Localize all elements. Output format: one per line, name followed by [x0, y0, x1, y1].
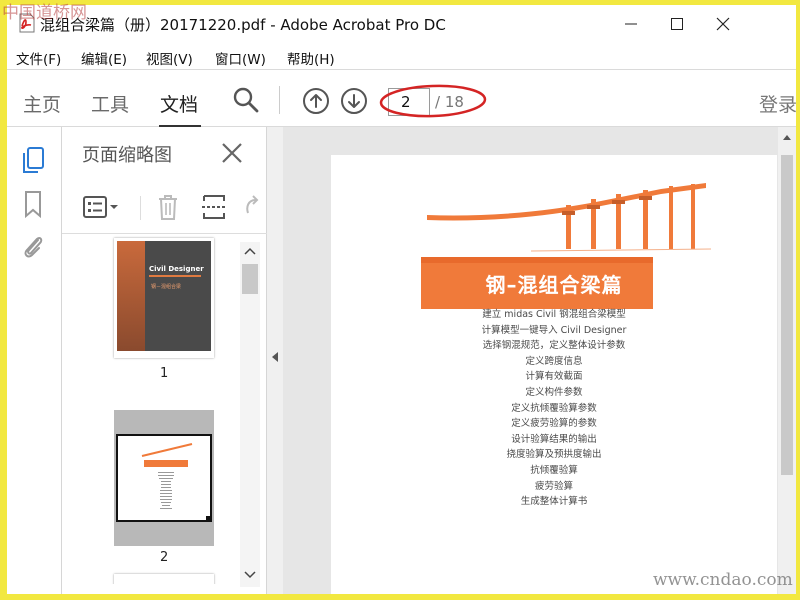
navigation-rail	[7, 127, 62, 594]
thumbnail-label-1: 1	[160, 366, 169, 381]
menu-window[interactable]: 窗口(W)	[215, 48, 266, 68]
contents-line: 选择钢混规范，定义整体设计参数	[482, 340, 626, 352]
toolbar: 主页 工具 文档 2 / 18 登录	[7, 69, 796, 128]
scroll-down-icon[interactable]	[244, 570, 256, 580]
thumbnail-page-2	[116, 434, 212, 522]
contents-line: 建立 midas Civil 钢混组合梁模型	[482, 309, 626, 320]
contents-line: 计算模型一键导入 Civil Designer	[481, 324, 627, 336]
document-viewport[interactable]: 钢–混组合梁篇 建立 midas Civil 钢混组合梁模型 计算模型一键导入 …	[283, 127, 796, 594]
contents-line: 疲劳验算	[534, 480, 573, 492]
thumbnail-scrollbar-thumb[interactable]	[242, 264, 258, 294]
panel-title: 页面缩略图	[82, 145, 172, 166]
tab-home[interactable]: 主页	[23, 90, 61, 117]
contents-line: 定义跨度信息	[525, 355, 583, 367]
contents-line: 定义疲劳验算的参数	[511, 418, 597, 430]
page-thumbnail-3[interactable]	[114, 574, 214, 584]
close-window-button[interactable]	[700, 5, 746, 43]
next-page-icon[interactable]	[340, 87, 368, 115]
page-thumbnail-1[interactable]: Civil Designer 钢－混组合梁	[114, 238, 214, 358]
search-icon[interactable]	[232, 86, 260, 114]
thumbnail-panel: 页面缩略图 Civil Designer 钢－混组合梁 1 2	[62, 127, 267, 594]
contents-line: 设计验算结果的输出	[511, 433, 597, 445]
toolbar-separator	[279, 86, 280, 114]
menu-view[interactable]: 视图(V)	[146, 48, 193, 68]
thumbnail-page-2-preview	[141, 443, 193, 509]
thumbnail-toolbar	[62, 182, 267, 234]
extract-page-icon[interactable]	[200, 191, 228, 223]
document-scrollbar-thumb[interactable]	[781, 155, 793, 475]
contents-line: 抗倾覆验算	[530, 464, 578, 476]
thumbnail-label-2: 2	[160, 550, 169, 565]
menu-help[interactable]: 帮助(H)	[287, 48, 335, 68]
cover-brand: Civil Designer	[149, 265, 204, 273]
pdf-page: 钢–混组合梁篇 建立 midas Civil 钢混组合梁模型 计算模型一键导入 …	[331, 155, 777, 594]
close-icon[interactable]	[220, 141, 244, 165]
maximize-button[interactable]	[654, 5, 700, 43]
cover-title: 钢－混组合梁	[151, 284, 182, 290]
tab-tools[interactable]: 工具	[91, 90, 129, 117]
login-link[interactable]: 登录	[759, 90, 796, 117]
document-title: 钢–混组合梁篇	[485, 273, 623, 297]
page-thumbnails-icon[interactable]	[19, 145, 47, 175]
contents-line: 定义构件参数	[525, 386, 583, 398]
document-scrollbar[interactable]	[778, 127, 796, 594]
window-title: 混组合梁篇（册）20171220.pdf - Adobe Acrobat Pro…	[40, 16, 446, 34]
thumbnail-list: Civil Designer 钢－混组合梁 1 2	[62, 234, 240, 584]
title-bar: 混组合梁篇（册）20171220.pdf - Adobe Acrobat Pro…	[7, 5, 796, 43]
contents-line: 定义抗倾覆验算参数	[511, 402, 597, 414]
menu-bar: 文件(F) 编辑(E) 视图(V) 窗口(W) 帮助(H)	[7, 43, 796, 69]
rotate-icon[interactable]	[240, 191, 262, 223]
minimize-icon	[625, 23, 637, 25]
thumbnail-scrollbar[interactable]	[240, 242, 260, 587]
watermark-top: 中国道桥网	[2, 3, 87, 23]
close-icon	[716, 17, 730, 31]
tab-document[interactable]: 文档	[160, 90, 198, 117]
scroll-up-icon[interactable]	[244, 246, 256, 256]
bridge-illustration	[421, 183, 711, 309]
contents-line: 挠度验算及预拱度输出	[506, 449, 602, 461]
tools-divider	[140, 196, 141, 220]
panel-collapse-strip[interactable]	[267, 127, 283, 594]
watermark-bottom: www.cndao.com	[653, 570, 793, 590]
menu-file[interactable]: 文件(F)	[16, 48, 61, 68]
maximize-icon	[671, 18, 683, 30]
contents-line: 计算有效截面	[525, 371, 583, 383]
page-thumbnail-2-selected[interactable]	[114, 410, 214, 546]
contents-line: 生成整体计算书	[520, 496, 588, 508]
attachment-icon[interactable]	[19, 231, 47, 261]
collapse-panel-icon[interactable]	[271, 351, 279, 363]
bookmark-icon[interactable]	[19, 189, 47, 219]
menu-edit[interactable]: 编辑(E)	[81, 48, 127, 68]
thumbnail-cover-image: Civil Designer 钢－混组合梁	[117, 241, 211, 351]
previous-page-icon[interactable]	[302, 87, 330, 115]
thumbnail-options-icon[interactable]	[82, 191, 122, 223]
delete-icon[interactable]	[154, 191, 182, 223]
scroll-up-icon[interactable]	[782, 133, 792, 143]
annotation-ellipse	[379, 84, 487, 118]
document-contents: 建立 midas Civil 钢混组合梁模型 计算模型一键导入 Civil De…	[331, 307, 777, 510]
acrobat-window: 混组合梁篇（册）20171220.pdf - Adobe Acrobat Pro…	[7, 5, 796, 594]
minimize-button[interactable]	[608, 5, 654, 43]
